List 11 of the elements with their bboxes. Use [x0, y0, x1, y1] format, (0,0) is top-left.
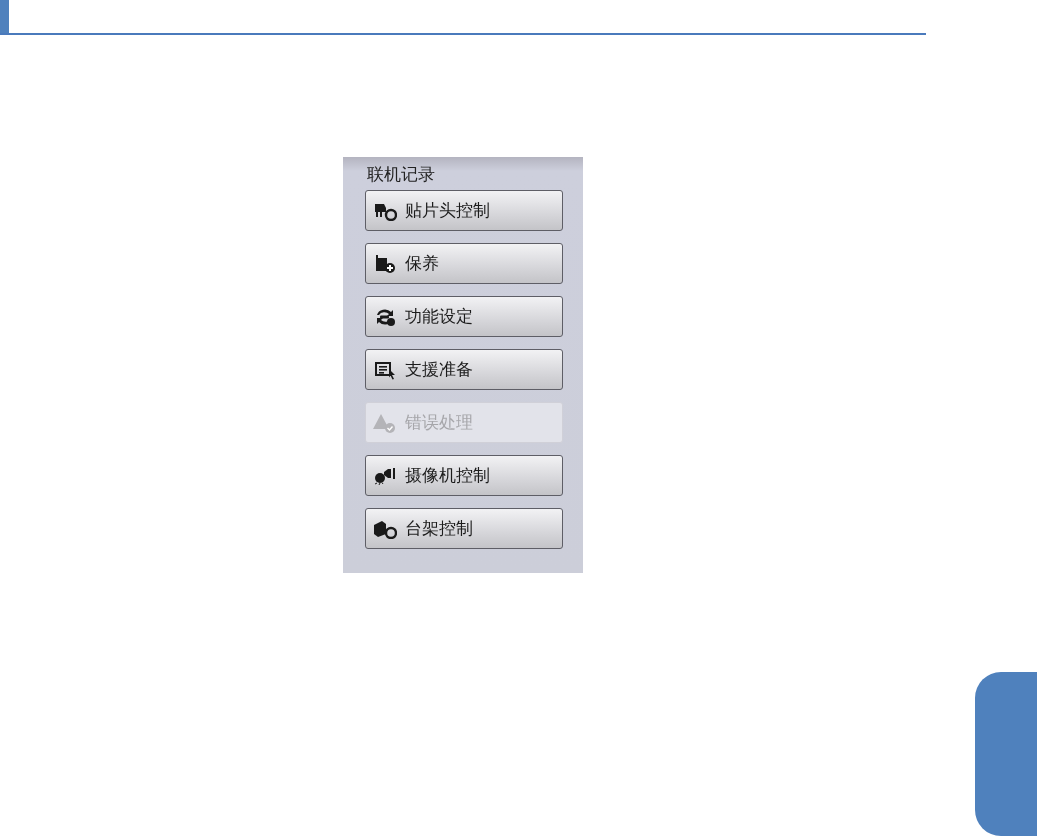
- warning-icon: [373, 412, 397, 433]
- menu-button[interactable]: 台架控制: [365, 508, 563, 549]
- camera-icon: [373, 465, 397, 486]
- checklist-icon: [373, 359, 397, 380]
- menu-button[interactable]: 摄像机控制: [365, 455, 563, 496]
- menu-button[interactable]: 贴片头控制: [365, 190, 563, 231]
- maintenance-icon: [373, 253, 397, 274]
- menu-button[interactable]: 支援准备: [365, 349, 563, 390]
- menu-button[interactable]: 功能设定: [365, 296, 563, 337]
- menu-button[interactable]: 保养: [365, 243, 563, 284]
- panel-title: 联机记录: [367, 163, 436, 185]
